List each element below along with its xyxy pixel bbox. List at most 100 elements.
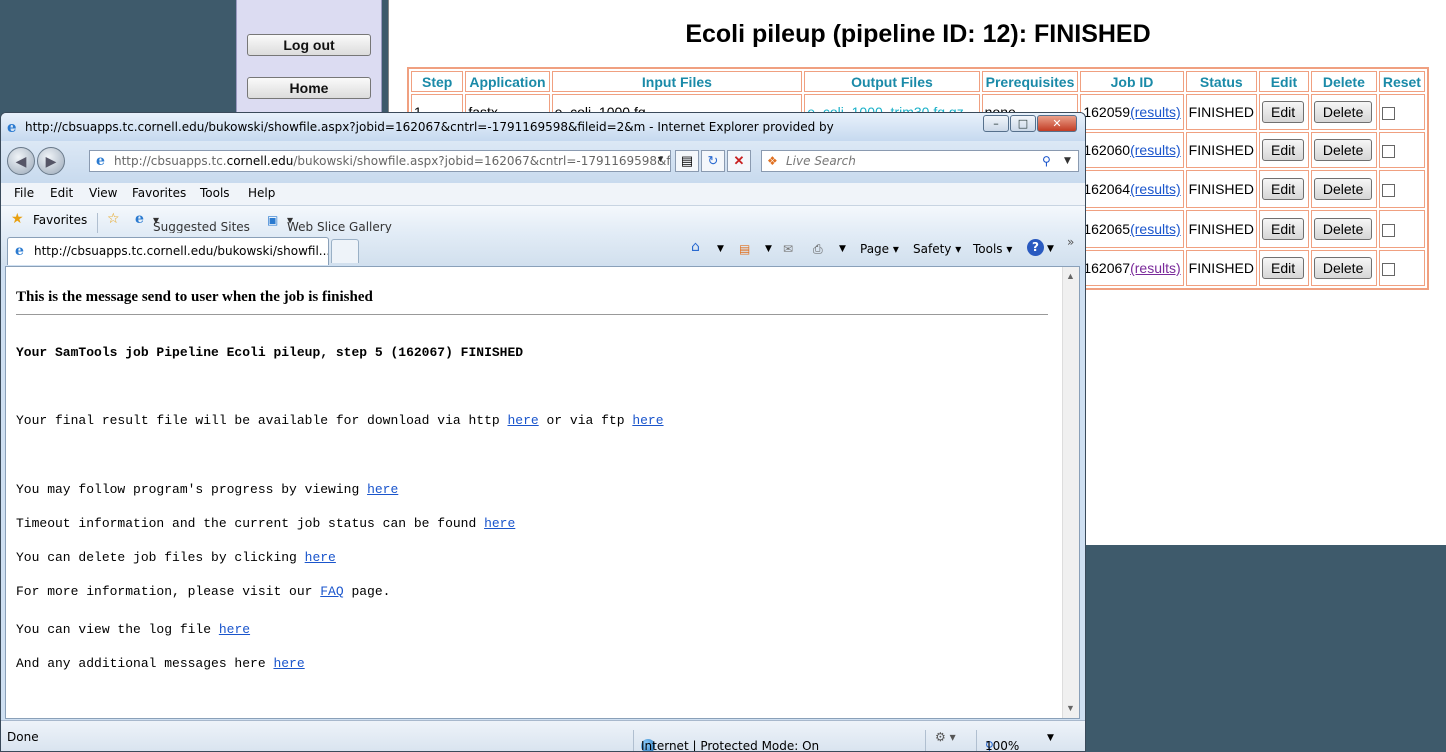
edit-button[interactable]: Edit bbox=[1261, 257, 1305, 279]
progress-link[interactable]: here bbox=[367, 482, 398, 497]
favorites-separator bbox=[97, 213, 98, 235]
help-icon[interactable]: ? bbox=[1027, 239, 1044, 256]
delete-button[interactable]: Delete bbox=[1313, 101, 1373, 123]
menu-tools[interactable]: Tools bbox=[200, 186, 230, 200]
additional-messages-link[interactable]: here bbox=[273, 656, 304, 671]
reset-checkbox[interactable] bbox=[1381, 223, 1395, 237]
edit-button[interactable]: Edit bbox=[1261, 178, 1305, 200]
col-reset: Reset bbox=[1378, 71, 1425, 92]
delete-button[interactable]: Delete bbox=[1313, 178, 1373, 200]
scroll-up-icon[interactable]: ▲ bbox=[1066, 271, 1075, 281]
delete-text: You can delete job files by clicking bbox=[16, 550, 305, 565]
address-prefix: http://cbsuapps.tc. bbox=[114, 154, 227, 168]
zoom-dropdown-icon[interactable]: ▼ bbox=[1047, 733, 1054, 743]
faq-link[interactable]: FAQ bbox=[320, 584, 343, 599]
print-dropdown-icon[interactable]: ▼ bbox=[839, 244, 846, 254]
safety-menu[interactable]: Safety ▾ bbox=[913, 242, 961, 256]
menu-bar: File Edit View Favorites Tools Help bbox=[1, 183, 1085, 205]
tab-showfile[interactable]: e http://cbsuapps.tc.cornell.edu/bukowsk… bbox=[7, 237, 329, 265]
results-link[interactable]: (results) bbox=[1130, 181, 1181, 197]
feeds-dropdown-icon[interactable]: ▼ bbox=[765, 244, 772, 254]
cell-status: FINISHED bbox=[1185, 210, 1257, 248]
compatibility-icon[interactable]: ▤ bbox=[675, 150, 699, 172]
new-tab-button[interactable] bbox=[331, 239, 359, 263]
web-slice-gallery-link[interactable]: Web Slice Gallery ▾ bbox=[287, 213, 392, 234]
delete-files-link[interactable]: here bbox=[305, 550, 336, 565]
cell-delete: Delete bbox=[1310, 170, 1377, 208]
edit-button[interactable]: Edit bbox=[1261, 218, 1305, 240]
results-link[interactable]: (results) bbox=[1130, 142, 1181, 158]
col-job-id: Job ID bbox=[1080, 71, 1184, 92]
menu-favorites[interactable]: Favorites bbox=[132, 186, 186, 200]
timeout-text: Timeout information and the current job … bbox=[16, 516, 485, 531]
reset-checkbox[interactable] bbox=[1381, 183, 1395, 197]
ftp-download-link[interactable]: here bbox=[632, 413, 663, 428]
col-edit: Edit bbox=[1258, 71, 1309, 92]
suggested-sites-icon: e bbox=[135, 211, 144, 227]
log-file-link[interactable]: here bbox=[219, 622, 250, 637]
http-download-link[interactable]: here bbox=[507, 413, 538, 428]
job-status-link[interactable]: here bbox=[484, 516, 515, 531]
cell-job-id: 162059(results) bbox=[1080, 94, 1184, 130]
download-line: Your final result file will be available… bbox=[16, 413, 664, 428]
add-favorite-icon[interactable]: ☆ bbox=[107, 211, 120, 227]
cell-status: FINISHED bbox=[1185, 250, 1257, 286]
cell-delete: Delete bbox=[1310, 250, 1377, 286]
menu-edit[interactable]: Edit bbox=[50, 186, 73, 200]
edit-button[interactable]: Edit bbox=[1261, 139, 1305, 161]
menu-view[interactable]: View bbox=[89, 186, 117, 200]
reset-checkbox[interactable] bbox=[1381, 106, 1395, 120]
results-link[interactable]: (results) bbox=[1130, 260, 1181, 276]
address-bar[interactable]: e http://cbsuapps.tc.cornell.edu/bukowsk… bbox=[89, 150, 671, 172]
tools-menu[interactable]: Tools ▾ bbox=[973, 242, 1012, 256]
delete-button[interactable]: Delete bbox=[1313, 257, 1373, 279]
suggested-sites-link[interactable]: Suggested Sites ▾ bbox=[153, 213, 250, 234]
favorites-button[interactable]: Favorites bbox=[33, 213, 87, 227]
search-icon[interactable]: ⚲ bbox=[1042, 151, 1051, 171]
reset-checkbox[interactable] bbox=[1381, 262, 1395, 276]
results-link[interactable]: (results) bbox=[1130, 104, 1181, 120]
message-content: This is the message send to user when th… bbox=[5, 266, 1080, 719]
search-dropdown-icon[interactable]: ▼ bbox=[1064, 151, 1071, 171]
help-dropdown-icon[interactable]: ▼ bbox=[1047, 244, 1054, 254]
download-text: Your final result file will be available… bbox=[16, 413, 508, 428]
delete-button[interactable]: Delete bbox=[1313, 218, 1373, 240]
delete-button[interactable]: Delete bbox=[1313, 139, 1373, 161]
popup-blocker-icon[interactable]: ⚙ ▾ bbox=[935, 730, 956, 744]
page-menu[interactable]: Page ▾ bbox=[860, 242, 899, 256]
vertical-scrollbar[interactable]: ▲ ▼ bbox=[1062, 267, 1079, 718]
search-input[interactable]: ❖ Live Search ⚲ ▼ bbox=[761, 150, 1079, 172]
logout-button[interactable]: Log out bbox=[247, 34, 371, 56]
cell-edit: Edit bbox=[1258, 250, 1309, 286]
results-link[interactable]: (results) bbox=[1130, 221, 1181, 237]
faq-post-text: page. bbox=[343, 584, 391, 599]
home-icon[interactable]: ⌂ bbox=[691, 239, 700, 255]
messages-text: And any additional messages here bbox=[16, 656, 274, 671]
cell-delete: Delete bbox=[1310, 210, 1377, 248]
edit-button[interactable]: Edit bbox=[1261, 101, 1305, 123]
chevron-more-icon[interactable]: » bbox=[1067, 235, 1074, 249]
home-dropdown-icon[interactable]: ▼ bbox=[717, 244, 724, 254]
stop-icon[interactable]: ✕ bbox=[727, 150, 751, 172]
col-prerequisites: Prerequisites bbox=[981, 71, 1079, 92]
mail-icon[interactable]: ✉ bbox=[783, 242, 793, 256]
security-zone-label: Internet | Protected Mode: On bbox=[641, 739, 820, 752]
status-separator bbox=[633, 730, 634, 751]
col-step: Step bbox=[411, 71, 464, 92]
home-button[interactable]: Home bbox=[247, 77, 371, 99]
feeds-icon[interactable]: ▤ bbox=[739, 242, 750, 256]
refresh-icon[interactable]: ↻ bbox=[701, 150, 725, 172]
scroll-down-icon[interactable]: ▼ bbox=[1066, 703, 1075, 713]
forward-arrow-icon[interactable]: ▶ bbox=[37, 147, 65, 175]
maximize-button[interactable]: □ bbox=[1010, 115, 1036, 132]
menu-file[interactable]: File bbox=[14, 186, 34, 200]
close-window-button[interactable]: ✕ bbox=[1037, 115, 1077, 132]
cell-job-id: 162067(results) bbox=[1080, 250, 1184, 286]
windows-flag-icon: ❖ bbox=[767, 154, 778, 168]
minimize-button[interactable]: – bbox=[983, 115, 1009, 132]
back-arrow-icon[interactable]: ◀ bbox=[7, 147, 35, 175]
reset-checkbox[interactable] bbox=[1381, 144, 1395, 158]
menu-help[interactable]: Help bbox=[248, 186, 275, 200]
address-dropdown-icon[interactable]: ▼ bbox=[656, 154, 665, 164]
print-icon[interactable]: ⎙ bbox=[813, 242, 823, 257]
